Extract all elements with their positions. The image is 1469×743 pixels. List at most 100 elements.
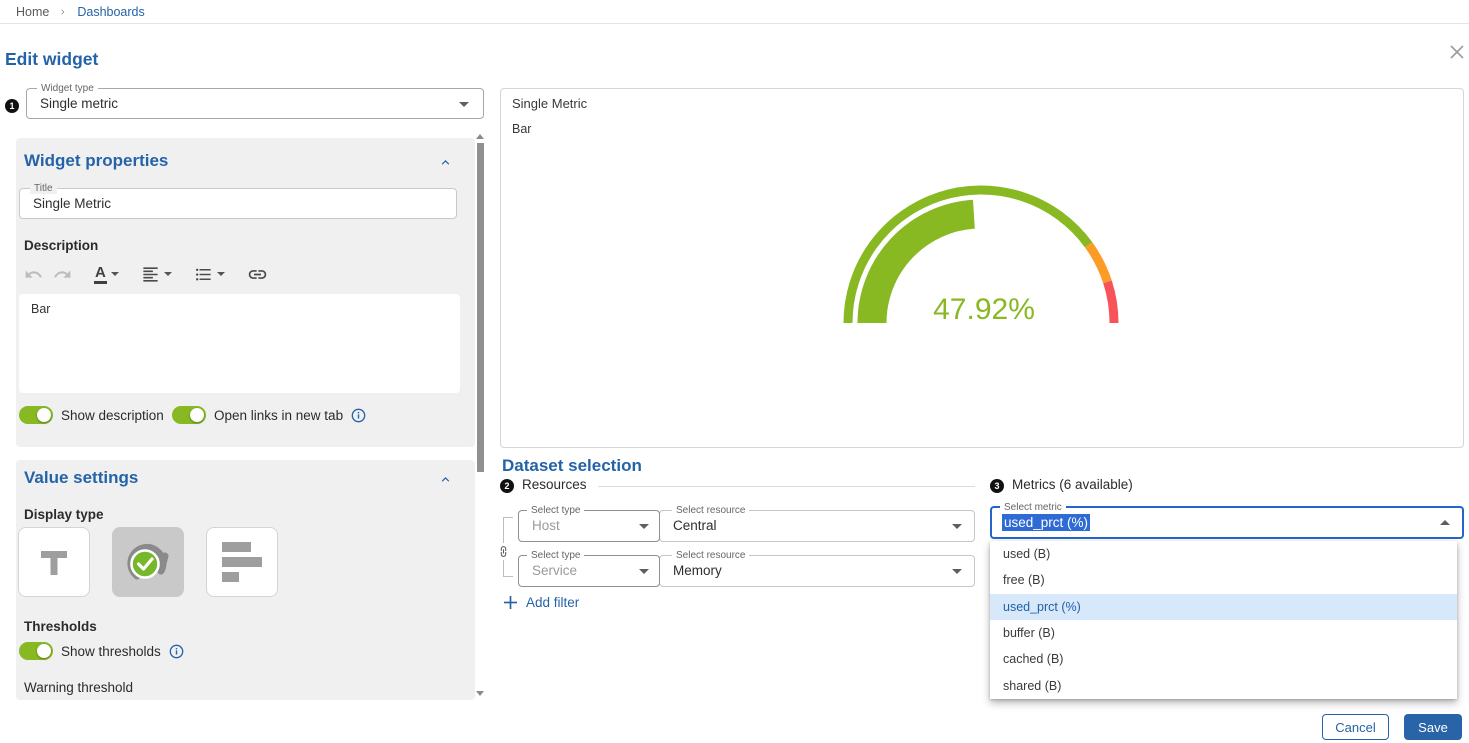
dataset-selection-heading: Dataset selection — [502, 456, 642, 476]
metrics-label: Metrics (6 available) — [1012, 477, 1133, 492]
preview-title: Single Metric — [512, 96, 587, 111]
select-resource-label: Select resource — [672, 505, 749, 516]
chevron-down-icon — [164, 272, 172, 276]
scrollbar-thumb[interactable] — [477, 143, 484, 472]
show-thresholds-toggle[interactable] — [19, 642, 53, 660]
collapse-chevron-icon[interactable] — [438, 472, 453, 487]
cancel-label: Cancel — [1335, 720, 1375, 735]
resource-type-value-1: Host — [532, 518, 560, 533]
scrollbar-down-arrow[interactable] — [476, 691, 484, 696]
value-settings-panel: Value settings Display type Thresholds — [16, 460, 475, 700]
widget-type-value: Single metric — [40, 96, 118, 111]
metric-option[interactable]: free (B) — [990, 567, 1457, 593]
scrollbar-up-arrow[interactable] — [476, 134, 484, 139]
text-color-icon: A — [94, 265, 107, 284]
chevron-down-icon[interactable] — [639, 524, 649, 529]
chevron-down-icon — [111, 272, 119, 276]
resources-divider — [598, 486, 975, 487]
show-description-label: Show description — [61, 408, 164, 423]
display-type-gauge-button[interactable] — [112, 527, 184, 597]
info-icon[interactable] — [169, 644, 184, 659]
resource-select-1[interactable]: Select resource Central — [659, 510, 975, 542]
widget-properties-heading: Widget properties — [24, 151, 168, 171]
select-metric-label: Select metric — [1000, 502, 1066, 513]
value-settings-heading: Value settings — [24, 468, 138, 488]
chevron-right-icon — [59, 8, 67, 16]
open-links-toggle[interactable] — [172, 406, 206, 424]
cancel-button[interactable]: Cancel — [1322, 714, 1389, 740]
info-icon[interactable] — [351, 408, 366, 423]
chevron-down-icon[interactable] — [952, 569, 962, 574]
thresholds-label: Thresholds — [24, 619, 97, 634]
toggle-knob — [190, 408, 204, 422]
chevron-down-icon[interactable] — [459, 102, 469, 107]
breadcrumb-home[interactable]: Home — [16, 5, 49, 19]
metric-option[interactable]: cached (B) — [990, 646, 1457, 672]
select-resource-label: Select resource — [672, 550, 749, 561]
step-2-badge: 2 — [500, 479, 514, 493]
metric-option[interactable]: used (B) — [990, 541, 1457, 567]
edit-widget-page: Home Dashboards Edit widget 1 Widget typ… — [0, 0, 1469, 743]
resource-type-value-2: Service — [532, 563, 577, 578]
title-input[interactable]: Title Single Metric — [19, 188, 457, 219]
chevron-up-icon[interactable] — [1440, 520, 1450, 525]
widget-type-select[interactable]: Widget type Single metric — [26, 88, 484, 119]
chevron-down-icon[interactable] — [639, 569, 649, 574]
select-type-label: Select type — [527, 505, 584, 516]
add-filter-button[interactable]: Add filter — [504, 595, 579, 610]
bracket-line — [503, 576, 513, 577]
align-button[interactable] — [141, 265, 172, 284]
page-title: Edit widget — [5, 49, 98, 70]
save-button[interactable]: Save — [1404, 714, 1462, 740]
chain-link-icon — [497, 545, 510, 558]
metric-options-dropdown: used (B) free (B) used_prct (%) buffer (… — [990, 541, 1457, 699]
metric-option[interactable]: buffer (B) — [990, 620, 1457, 646]
left-panel-scrollbar[interactable] — [476, 133, 484, 700]
bar-display-icon — [222, 542, 262, 582]
resource-value-1: Central — [673, 518, 717, 533]
show-description-toggle[interactable] — [19, 406, 53, 424]
redo-button[interactable] — [53, 265, 72, 284]
description-toolbar: A — [24, 262, 290, 286]
step-1-badge: 1 — [5, 99, 19, 113]
metric-select[interactable]: Select metric used_prct (%) — [990, 506, 1464, 539]
close-icon[interactable] — [1449, 44, 1465, 60]
list-button[interactable] — [194, 265, 225, 284]
widget-preview-panel: Single Metric Bar 47.92% — [500, 88, 1464, 448]
resource-select-2[interactable]: Select resource Memory — [659, 555, 975, 587]
widget-properties-panel: Widget properties Title Single Metric De… — [16, 138, 475, 447]
display-type-bar-button[interactable] — [206, 527, 278, 597]
step-3-badge: 3 — [990, 479, 1004, 493]
select-type-label: Select type — [527, 550, 584, 561]
collapse-chevron-icon[interactable] — [438, 155, 453, 170]
gauge-value: 47.92% — [933, 293, 1035, 326]
breadcrumb-dashboards[interactable]: Dashboards — [77, 5, 144, 19]
bracket-line — [503, 560, 504, 576]
widget-type-label: Widget type — [37, 83, 98, 94]
link-icon — [247, 264, 268, 285]
bracket-line — [503, 517, 504, 543]
gauge-display-icon — [124, 540, 172, 584]
step-3-number: 3 — [994, 481, 999, 491]
preview-description: Bar — [512, 122, 531, 136]
title-input-value: Single Metric — [33, 196, 111, 211]
show-thresholds-label: Show thresholds — [61, 644, 161, 659]
link-button[interactable] — [247, 264, 268, 285]
display-type-text-button[interactable] — [18, 527, 90, 597]
title-input-label: Title — [30, 183, 57, 194]
plus-icon — [504, 596, 517, 609]
metric-option-selected[interactable]: used_prct (%) — [990, 594, 1457, 620]
list-bulleted-icon — [194, 265, 213, 284]
description-textarea[interactable]: Bar — [19, 294, 460, 393]
resource-type-select-1[interactable]: Select type Host — [518, 510, 660, 542]
resource-type-select-2[interactable]: Select type Service — [518, 555, 660, 587]
display-type-label: Display type — [24, 507, 104, 522]
chevron-down-icon[interactable] — [952, 524, 962, 529]
open-links-label: Open links in new tab — [214, 408, 343, 423]
text-color-button[interactable]: A — [94, 265, 119, 284]
show-thresholds-toggle-row: Show thresholds — [19, 642, 184, 660]
resources-label: Resources — [522, 477, 587, 492]
metric-option[interactable]: shared (B) — [990, 672, 1457, 698]
undo-button[interactable] — [24, 265, 43, 284]
warning-threshold-label: Warning threshold — [24, 680, 133, 695]
